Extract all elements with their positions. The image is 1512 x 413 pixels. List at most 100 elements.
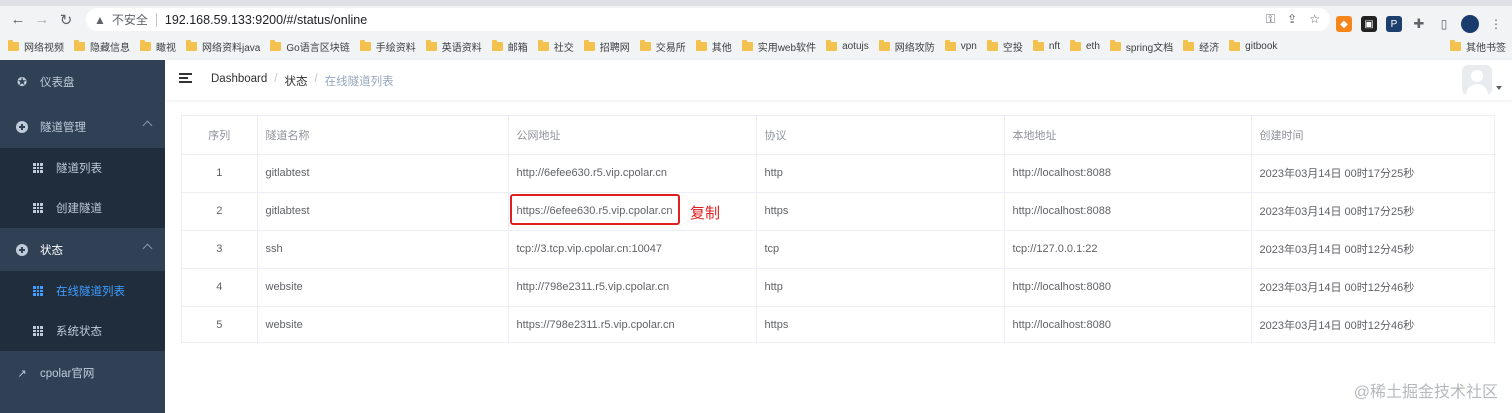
sidebar-item-online-tunnels[interactable]: 在线隧道列表 xyxy=(0,271,165,311)
breadcrumb-status[interactable]: 状态 xyxy=(284,73,307,89)
cell-created: 2023年03月14日 00时12分46秒 xyxy=(1251,268,1496,307)
cell-name: gitlabtest xyxy=(257,192,509,231)
folder-icon xyxy=(1183,39,1195,51)
bookmark-item[interactable]: nft xyxy=(1032,39,1060,52)
folder-icon xyxy=(270,39,282,51)
table-row: 4 website http://798e2311.r5.vip.cpolar.… xyxy=(182,268,1496,307)
bookmark-item[interactable]: 其他 xyxy=(695,39,732,54)
folder-icon xyxy=(695,39,707,51)
bookmark-item[interactable]: 社交 xyxy=(537,39,574,54)
cell-protocol: https xyxy=(756,192,1005,231)
bookmark-item[interactable]: 隐藏信息 xyxy=(74,39,130,54)
reload-icon[interactable]: ↻ xyxy=(54,8,78,32)
external-link-icon: ↗ xyxy=(17,367,27,380)
breadcrumb-dashboard[interactable]: Dashboard xyxy=(211,73,267,89)
cell-name: website xyxy=(257,268,509,307)
sidebar-item-tunnel-list[interactable]: 隧道列表 xyxy=(0,148,165,188)
p-extension-icon[interactable]: P xyxy=(1386,16,1402,32)
cell-index: 4 xyxy=(182,268,258,307)
bookmark-item[interactable]: 实用web软件 xyxy=(741,39,816,54)
sidebar-item-dashboard[interactable]: ✪ 仪表盘 xyxy=(0,62,165,102)
bookmark-item[interactable]: 网络攻防 xyxy=(878,39,935,54)
bookmark-item[interactable]: aotujs xyxy=(826,39,869,52)
hamburger-icon[interactable] xyxy=(179,72,192,85)
key-icon[interactable]: ⚿ xyxy=(1266,12,1275,27)
bookmark-item[interactable]: 空投 xyxy=(986,39,1023,54)
bookmark-label: vpn xyxy=(960,40,977,52)
sidebar-item-tunnel-management[interactable]: 隧道管理 xyxy=(0,107,165,147)
back-icon[interactable]: ← xyxy=(6,8,30,32)
folder-icon xyxy=(186,39,197,51)
bookmark-item[interactable]: vpn xyxy=(944,39,977,52)
metamask-icon[interactable]: ◆ xyxy=(1336,16,1352,32)
cell-public-url[interactable]: tcp://3.tcp.vip.cpolar.cn:10047 xyxy=(508,230,757,269)
cell-protocol: http xyxy=(756,268,1005,307)
bookmark-item[interactable]: gitbook xyxy=(1229,39,1277,52)
cell-local-addr: http://localhost:8080 xyxy=(1004,306,1252,344)
sidebar-item-cpolar-site[interactable]: ↗ cpolar官网 xyxy=(0,353,165,393)
cell-local-addr: http://localhost:8080 xyxy=(1004,268,1252,307)
bookmark-item[interactable]: 网络视频 xyxy=(8,39,64,54)
bookmark-label: 社交 xyxy=(553,42,574,54)
bookmark-label: 网络视频 xyxy=(24,42,64,54)
col-header-name: 隧道名称 xyxy=(257,116,509,155)
folder-icon xyxy=(8,39,19,51)
bookmark-item[interactable]: 招聘网 xyxy=(583,39,630,54)
cell-local-addr: tcp://127.0.0.1:22 xyxy=(1004,230,1252,269)
share-icon[interactable]: ⇪ xyxy=(1287,12,1297,27)
profile-avatar[interactable] xyxy=(1461,15,1479,33)
bookmark-label: 邮箱 xyxy=(507,42,528,54)
browser-chrome: ← → ↻ ▲ 不安全 192.168.59.133:9200/#/status… xyxy=(0,0,1512,60)
folder-icon xyxy=(741,39,753,51)
cell-index: 1 xyxy=(182,154,258,193)
extension-icon[interactable]: ▣ xyxy=(1361,16,1377,32)
table-row: 3 ssh tcp://3.tcp.vip.cpolar.cn:10047 tc… xyxy=(182,230,1496,269)
cell-name: gitlabtest xyxy=(257,154,509,193)
sidebar-item-system-status[interactable]: 系统状态 xyxy=(0,311,165,351)
bookmark-item[interactable]: 英语资料 xyxy=(425,39,482,54)
cell-public-url[interactable]: http://6efee630.r5.vip.cpolar.cn xyxy=(508,154,757,193)
folder-icon xyxy=(425,39,437,51)
plus-circle-icon xyxy=(16,121,28,133)
address-bar[interactable]: ▲ 不安全 192.168.59.133:9200/#/status/onlin… xyxy=(86,8,1330,31)
menu-dots-icon[interactable]: ⋮ xyxy=(1488,16,1504,32)
sidebar-item-label: 在线隧道列表 xyxy=(56,286,125,298)
sidebar-item-label: 仪表盘 xyxy=(40,77,75,89)
forward-icon[interactable]: → xyxy=(30,8,54,32)
bookmark-label: 网络资料java xyxy=(202,42,261,54)
bookmark-item[interactable]: spring文档 xyxy=(1109,39,1173,54)
cell-created: 2023年03月14日 00时12分46秒 xyxy=(1259,320,1415,333)
sidepanel-icon[interactable]: ▯ xyxy=(1436,16,1452,32)
sidebar-item-label: 状态 xyxy=(40,245,63,257)
bookmark-item[interactable]: 经济 xyxy=(1183,39,1219,54)
sidebar-item-create-tunnel[interactable]: 创建隧道 xyxy=(0,188,165,228)
caret-down-icon[interactable] xyxy=(1496,86,1502,90)
bookmark-label: 其他书签 xyxy=(1466,42,1506,54)
bookmark-item[interactable]: 手绘资料 xyxy=(359,39,416,54)
bookmark-other[interactable]: 其他书签 xyxy=(1450,39,1506,54)
bookmark-label: eth xyxy=(1086,40,1100,52)
bookmark-item[interactable]: eth xyxy=(1070,39,1100,52)
watermark: @稀土掘金技术社区 xyxy=(1353,384,1498,401)
bookmark-item[interactable]: 交易所 xyxy=(639,39,686,54)
bookmark-item[interactable]: 网络资料java xyxy=(186,39,260,54)
user-avatar[interactable] xyxy=(1462,65,1492,95)
bookmark-label: 瞰视 xyxy=(156,42,176,54)
bookmark-item[interactable]: 邮箱 xyxy=(491,39,528,54)
cell-public-url[interactable]: http://798e2311.r5.vip.cpolar.cn xyxy=(508,268,757,307)
folder-icon xyxy=(1109,39,1121,51)
bookmark-item[interactable]: Go语言区块链 xyxy=(270,39,350,54)
puzzle-icon[interactable]: ✚ xyxy=(1411,16,1427,32)
folder-icon xyxy=(1070,39,1081,51)
star-icon[interactable]: ☆ xyxy=(1309,12,1320,27)
col-header-local-addr: 本地地址 xyxy=(1004,116,1252,155)
sidebar-item-status[interactable]: 状态 xyxy=(0,230,165,270)
folder-icon xyxy=(986,39,998,51)
bookmarks-bar: 网络视频 隐藏信息 瞰视 网络资料java Go语言区块链 手绘资料 英语资料 邮箱 社交 招聘网… xyxy=(0,34,1512,58)
bookmark-item[interactable]: 瞰视 xyxy=(140,39,176,54)
cell-public-url[interactable]: https://798e2311.r5.vip.cpolar.cn xyxy=(508,306,757,344)
url-text[interactable]: 192.168.59.133:9200/#/status/online xyxy=(165,13,367,27)
cell-local-addr: http://localhost:8088 xyxy=(1004,192,1252,231)
address-row: ← → ↻ ▲ 不安全 192.168.59.133:9200/#/status… xyxy=(0,6,1512,33)
dashboard-icon: ✪ xyxy=(16,75,28,89)
